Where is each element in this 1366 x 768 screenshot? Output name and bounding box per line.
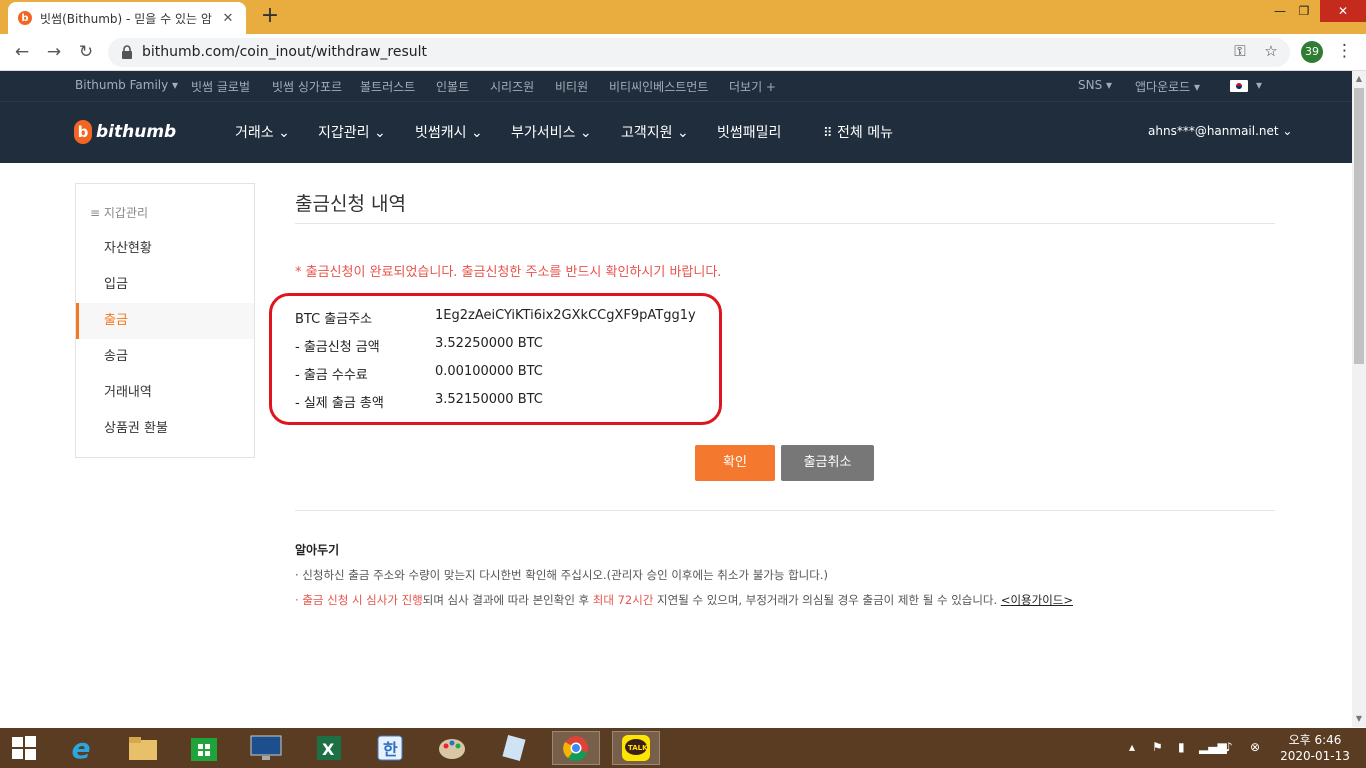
lock-icon: [122, 45, 132, 59]
family-link[interactable]: 인볼트: [436, 78, 469, 95]
notification-icon[interactable]: ⊗: [1250, 740, 1260, 754]
excel-icon[interactable]: X: [305, 731, 353, 765]
nav-exchange[interactable]: 거래소 ⌄: [235, 122, 290, 142]
tray-expand-icon[interactable]: ▴: [1129, 740, 1135, 754]
total-label: - 실제 출금 총액: [295, 396, 384, 411]
bithumb-logo-icon: b: [74, 120, 92, 144]
request-amount-value: 3.52250000 BTC: [435, 336, 543, 351]
family-link[interactable]: 볼트러스트: [360, 78, 415, 95]
page-title: 출금신청 내역: [295, 193, 406, 215]
family-link[interactable]: 빗썸 글로벌: [191, 78, 250, 95]
nav-support[interactable]: 고객지원 ⌄: [621, 122, 689, 142]
chrome-icon[interactable]: [552, 731, 600, 765]
address-label: BTC 출금주소: [295, 312, 373, 327]
scroll-down-icon[interactable]: ▼: [1352, 712, 1366, 726]
signal-icon[interactable]: ▂▄▆: [1199, 740, 1227, 754]
sidebar: ≡ 지갑관리 자산현황 입금 출금 송금 거래내역 상품권 환불: [75, 183, 255, 458]
bithumb-logo[interactable]: b bithumb: [74, 120, 176, 144]
cancel-withdrawal-button[interactable]: 출금취소: [781, 445, 874, 481]
menu-icon: ≡: [90, 206, 101, 220]
back-icon[interactable]: ←: [10, 40, 34, 64]
usage-guide-link[interactable]: <이용가이드>: [1001, 593, 1073, 607]
fee-label: - 출금 수수료: [295, 368, 368, 383]
sidebar-item-giftcard-refund[interactable]: 상품권 환불: [76, 411, 254, 447]
address-bar[interactable]: bithumb.com/coin_inout/withdraw_result ⚿…: [108, 38, 1290, 67]
reload-icon[interactable]: ↻: [74, 40, 98, 64]
info-title: 알아두기: [295, 543, 340, 557]
family-link[interactable]: 비티원: [555, 78, 588, 95]
battery-icon[interactable]: ▮: [1178, 740, 1185, 754]
new-tab-button[interactable]: +: [258, 5, 282, 29]
browser-toolbar: ← → ↻ bithumb.com/coin_inout/withdraw_re…: [0, 34, 1366, 71]
request-amount-label: - 출금신청 금액: [295, 340, 380, 355]
family-link[interactable]: 빗썸 싱가포르: [272, 78, 342, 95]
user-account-menu[interactable]: ahns***@hanmail.net ⌄: [1148, 124, 1292, 138]
nav-services[interactable]: 부가서비스 ⌄: [511, 122, 592, 142]
info-line: · 출금 신청 시 심사가 진행되며 심사 결과에 따라 본인확인 후 최대 7…: [295, 593, 1073, 607]
svg-text:TALK: TALK: [628, 744, 648, 752]
restore-icon[interactable]: ❐: [1290, 0, 1318, 22]
browser-menu-icon[interactable]: ⋮: [1336, 40, 1353, 62]
family-bar: Bithumb Family ▾ 빗썸 글로벌 빗썸 싱가포르 볼트러스트 인볼…: [0, 71, 1352, 101]
svg-text:X: X: [322, 740, 335, 759]
language-dropdown[interactable]: ▾: [1256, 78, 1262, 92]
tab-title: 빗썸(Bithumb) - 믿을 수 있는 암: [40, 11, 212, 26]
key-icon[interactable]: ⚿: [1230, 42, 1250, 60]
profile-avatar[interactable]: 39: [1301, 41, 1323, 63]
family-link[interactable]: Bithumb Family ▾: [75, 78, 178, 92]
scrollbar-thumb[interactable]: [1354, 88, 1364, 364]
fee-value: 0.00100000 BTC: [435, 364, 543, 379]
total-value: 3.52150000 BTC: [435, 392, 543, 407]
address-value: 1Eg2zAeiCYiKTi6ix2GXkCCgXF9pATgg1y: [435, 308, 696, 323]
store-icon[interactable]: [180, 731, 228, 765]
kakaotalk-icon[interactable]: TALK: [612, 731, 660, 765]
main-navigation: b bithumb 거래소 ⌄ 지갑관리 ⌄ 빗썸캐시 ⌄ 부가서비스 ⌄ 고객…: [0, 101, 1352, 163]
app-download-menu[interactable]: 앱다운로드 ▾: [1135, 78, 1200, 95]
browser-tab[interactable]: b 빗썸(Bithumb) - 믿을 수 있는 암 ✕: [8, 2, 246, 34]
divider: [295, 510, 1275, 511]
notepad-icon[interactable]: [490, 731, 538, 765]
forward-icon[interactable]: →: [42, 40, 66, 64]
file-explorer-icon[interactable]: [119, 731, 167, 765]
family-link[interactable]: 시리즈원: [490, 78, 534, 95]
info-line: · 신청하신 출금 주소와 수량이 맞는지 다시한번 확인해 주십시오.(관리자…: [295, 568, 828, 582]
network-warning-icon[interactable]: ⚑: [1152, 740, 1163, 754]
paint-icon[interactable]: [428, 731, 476, 765]
system-clock[interactable]: 오후 6:46 2020-01-13: [1278, 732, 1352, 764]
family-link[interactable]: 비티씨인베스트먼트: [609, 78, 708, 95]
sidebar-item-history[interactable]: 거래내역: [76, 375, 254, 411]
confirm-button[interactable]: 확인: [695, 445, 775, 481]
internet-explorer-icon[interactable]: e: [57, 731, 105, 765]
divider: [295, 223, 1275, 224]
sns-menu[interactable]: SNS ▾: [1078, 78, 1112, 92]
scroll-up-icon[interactable]: ▲: [1352, 72, 1366, 86]
close-tab-icon[interactable]: ✕: [220, 11, 236, 26]
nav-family[interactable]: 빗썸패밀리: [717, 122, 781, 142]
nav-cash[interactable]: 빗썸캐시 ⌄: [415, 122, 483, 142]
family-link[interactable]: 더보기 +: [729, 78, 776, 95]
hancom-word-icon[interactable]: 한: [366, 731, 414, 765]
sidebar-item-assets[interactable]: 자산현황: [76, 231, 254, 267]
window-close-icon[interactable]: ✕: [1320, 0, 1366, 22]
sidebar-item-transfer[interactable]: 송금: [76, 339, 254, 375]
svg-text:한: 한: [383, 740, 398, 759]
volume-icon[interactable]: ♪: [1225, 740, 1233, 754]
lenovo-monitor-icon[interactable]: [242, 731, 290, 765]
sidebar-header: ≡ 지갑관리: [90, 206, 149, 220]
sidebar-item-deposit[interactable]: 입금: [76, 267, 254, 303]
grid-icon: ⠿: [823, 126, 833, 141]
windows-start-icon[interactable]: [0, 731, 48, 765]
browser-tab-strip: b 빗썸(Bithumb) - 믿을 수 있는 암 ✕ + — ❐ ✕: [0, 0, 1366, 34]
sidebar-item-withdraw[interactable]: 출금: [76, 303, 254, 339]
url-text: bithumb.com/coin_inout/withdraw_result: [142, 44, 428, 60]
korea-flag-icon[interactable]: [1230, 80, 1248, 92]
nav-wallet[interactable]: 지갑관리 ⌄: [318, 122, 386, 142]
bithumb-favicon-icon: b: [18, 11, 32, 25]
completion-notice: * 출금신청이 완료되었습니다. 출금신청한 주소를 반드시 확인하시기 바랍니…: [295, 265, 722, 280]
nav-all-menu[interactable]: ⠿ 전체 메뉴: [823, 122, 893, 142]
bookmark-star-icon[interactable]: ☆: [1261, 42, 1281, 60]
